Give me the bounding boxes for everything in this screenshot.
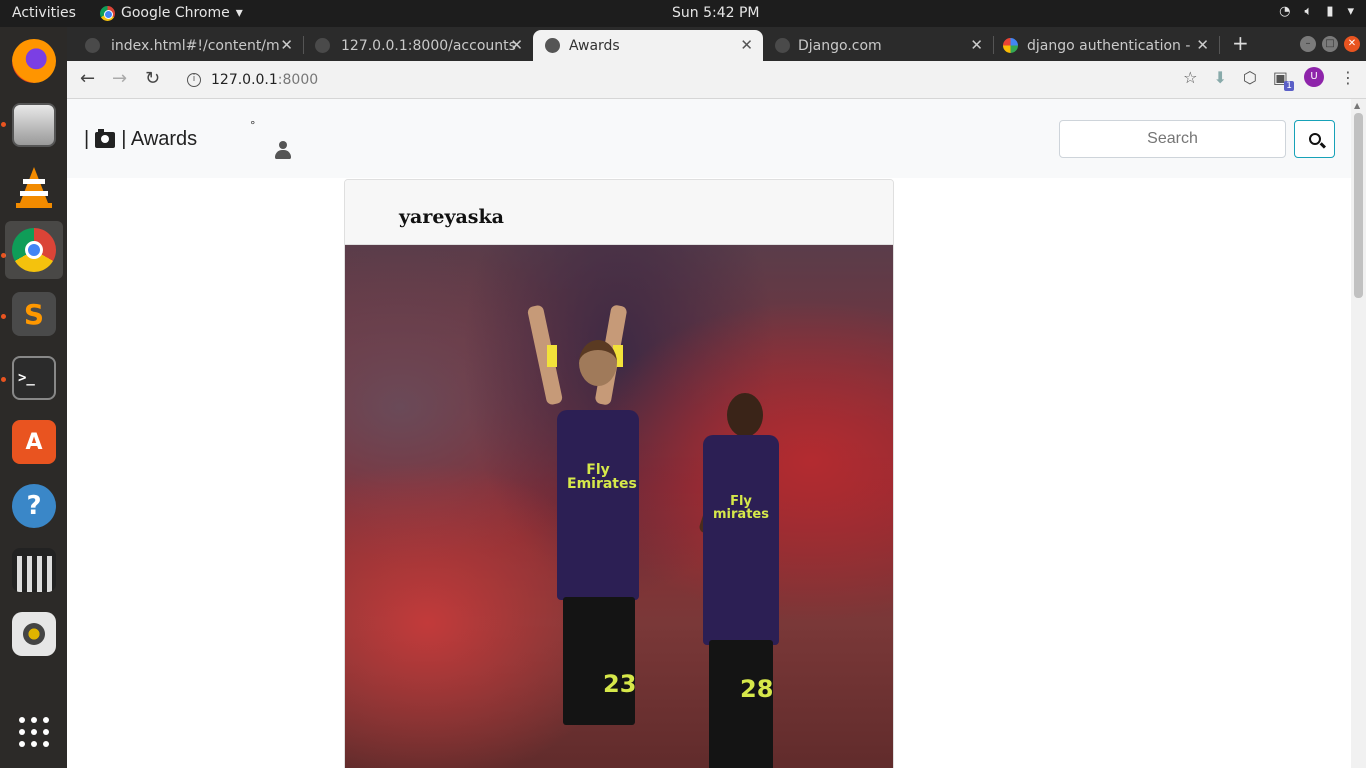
app-menu-label: Google Chrome [121,5,230,21]
chrome-icon [100,5,115,21]
scrollbar-thumb[interactable] [1354,113,1363,298]
player-number: 28 [740,675,774,703]
page-icon [85,38,100,53]
browser-toolbar: ← → ↻ i 127.0.0.1:8000 ☆ ⬇ ⬡ ▣ 1 U ⋮ [67,61,1366,99]
dock-show-apps[interactable] [5,703,63,761]
search-input[interactable] [1059,120,1286,158]
new-tab-button[interactable]: + [1232,31,1249,55]
tab-title: 127.0.0.1:8000/accounts [341,37,516,54]
app-menu[interactable]: Google Chrome ▾ [100,5,243,21]
system-top-bar: Activities Google Chrome ▾ Sun 5:42 PM ◔… [0,0,1366,27]
dock-firefox[interactable] [5,32,63,90]
tab-index[interactable]: index.html#!/content/m ✕ [67,30,303,61]
page-viewport: | | Awards ° yareyaska [67,99,1351,768]
extension-cube-icon[interactable]: ⬡ [1243,68,1257,87]
wifi-icon: ◔ [1279,4,1291,19]
tab-awards[interactable]: Awards ✕ [533,30,763,61]
brand-prefix: | [84,128,90,150]
dock-sublime-text[interactable]: S [5,285,63,343]
dock-files[interactable] [5,96,63,154]
dock-software-center[interactable]: A [5,413,63,471]
speaker-icon [12,612,56,656]
battery-icon: ▮ [1326,4,1334,19]
scroll-up-icon[interactable]: ▲ [1354,101,1360,110]
camera-icon [95,128,116,148]
close-icon[interactable]: ✕ [740,36,753,54]
tab-title: Django.com [798,37,882,54]
close-window-button[interactable]: ✕ [1344,36,1360,52]
launcher-dock: S >_ A ? [0,27,67,768]
window-controls: – □ ✕ [1300,36,1360,52]
system-tray[interactable]: ◔ 🔈︎ ▮ ▾ [1279,4,1354,19]
page-icon [775,38,790,53]
tab-django-auth[interactable]: django authentication - ✕ [995,30,1219,61]
chevron-down-icon: ▾ [235,5,243,21]
post-username: yareyaska [345,180,893,245]
video-editor-icon [12,548,56,592]
brand-text: | Awards [121,128,198,150]
dock-speaker[interactable] [5,605,63,663]
clock[interactable]: Sun 5:42 PM [672,5,760,21]
maximize-button[interactable]: □ [1322,36,1338,52]
chrome-icon [12,228,56,272]
tab-title: django authentication - [1027,37,1191,54]
files-icon [12,103,56,147]
help-icon: ? [12,484,56,528]
tab-django[interactable]: Django.com ✕ [763,30,993,61]
tab-title: index.html#!/content/m [111,37,280,54]
chevron-down-icon: ▾ [1347,4,1354,19]
page-scrollbar[interactable]: ▲ [1351,99,1366,768]
dock-vlc[interactable] [5,158,63,216]
tab-accounts[interactable]: 127.0.0.1:8000/accounts ✕ [297,30,533,61]
sublime-text-icon: S [12,292,56,336]
info-icon[interactable]: i [187,73,201,87]
user-icon[interactable] [275,141,291,159]
post-card: yareyaska Fly Emirates 23 Fly mirates 28 [344,179,894,768]
reload-button[interactable]: ↻ [145,68,160,89]
dock-help[interactable]: ? [5,477,63,535]
dock-terminal[interactable]: >_ [5,349,63,407]
close-icon[interactable]: ✕ [280,36,293,54]
firefox-icon [12,39,56,83]
minimize-button[interactable]: – [1300,36,1316,52]
page-icon [315,38,330,53]
site-navbar: | | Awards ° [67,99,1351,178]
degree-mark: ° [250,119,256,132]
search-button[interactable] [1294,120,1335,158]
extension-badge-count: 1 [1284,80,1294,91]
profile-avatar[interactable]: U [1304,67,1324,87]
search-icon [1308,133,1321,145]
forward-button[interactable]: → [112,68,127,89]
dock-video-editor[interactable] [5,541,63,599]
close-icon[interactable]: ✕ [970,36,983,54]
site-brand[interactable]: | | Awards [84,128,197,151]
show-apps-icon [12,710,56,754]
vlc-icon [12,165,56,209]
close-icon[interactable]: ✕ [1196,36,1209,54]
url-port: :8000 [277,72,319,88]
activities-button[interactable]: Activities [12,5,76,21]
menu-kebab-icon[interactable]: ⋮ [1340,68,1356,87]
back-button[interactable]: ← [80,68,95,89]
address-bar[interactable]: i 127.0.0.1:8000 [175,67,1205,93]
jersey-sponsor: Fly Emirates [567,462,637,492]
bookmark-star-icon[interactable]: ☆ [1183,68,1197,87]
software-center-icon: A [12,420,56,464]
url-host: 127.0.0.1 [211,72,278,88]
tab-title: Awards [569,37,620,54]
volume-icon: 🔈︎ [1304,4,1313,19]
download-icon[interactable]: ⬇ [1214,68,1227,87]
post-image[interactable]: Fly Emirates 23 Fly mirates 28 [345,245,893,768]
player-number: 23 [603,670,637,698]
close-icon[interactable]: ✕ [510,36,523,54]
chrome-window: index.html#!/content/m ✕ 127.0.0.1:8000/… [67,27,1366,768]
dock-chrome[interactable] [5,221,63,279]
tab-strip: index.html#!/content/m ✕ 127.0.0.1:8000/… [67,27,1366,61]
globe-icon [545,38,560,53]
terminal-icon: >_ [12,356,56,400]
extension-badge-icon[interactable]: ▣ 1 [1273,68,1294,91]
google-icon [1003,38,1018,53]
toolbar-actions: ☆ ⬇ ⬡ ▣ 1 U ⋮ [1183,67,1356,91]
